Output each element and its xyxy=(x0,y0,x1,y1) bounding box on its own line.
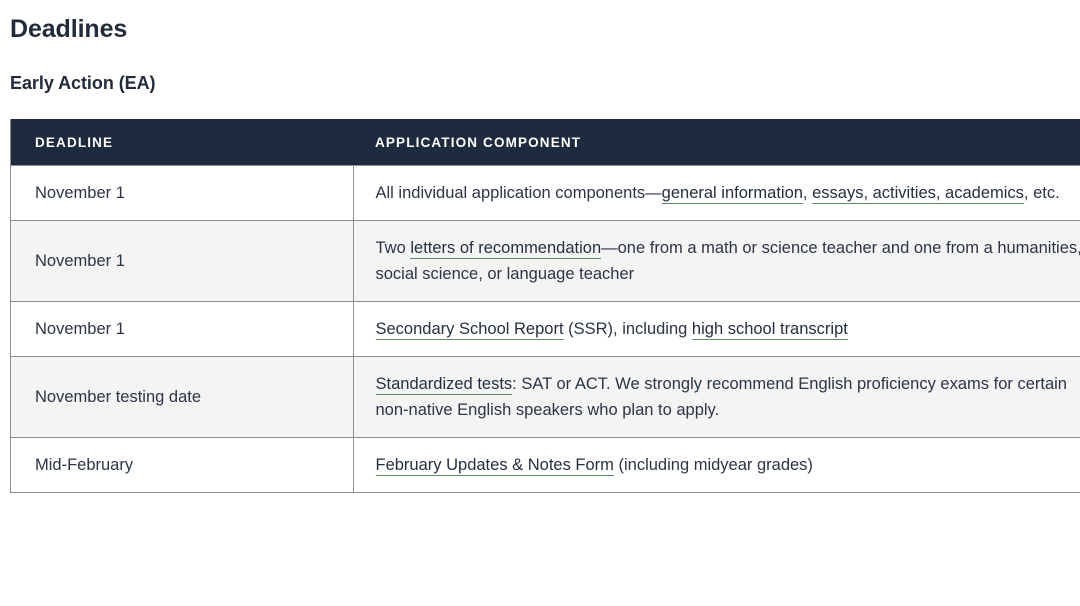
cell-application-component: Secondary School Report (SSR), including… xyxy=(352,301,1080,357)
cell-application-component: Two letters of recommendation—one from a… xyxy=(352,220,1080,302)
cell-deadline: November testing date xyxy=(10,356,354,438)
component-plain-text: (including midyear grades) xyxy=(613,456,813,474)
cell-application-component: All individual application components—ge… xyxy=(352,165,1080,221)
cell-deadline: November 1 xyxy=(10,220,354,302)
column-header-application-component: APPLICATION COMPONENT xyxy=(353,119,1080,166)
component-link[interactable]: essays, activities, academics xyxy=(812,184,1024,204)
component-plain-text: , xyxy=(802,184,813,202)
cell-deadline: November 1 xyxy=(10,165,354,221)
component-plain-text: , etc. xyxy=(1023,184,1060,202)
table-row: November testing date Standardized tests:… xyxy=(10,356,1080,438)
table-header-row: DEADLINE APPLICATION COMPONENT xyxy=(10,119,1080,166)
table-row: November 1 Secondary School Report (SSR),… xyxy=(10,301,1080,357)
component-link[interactable]: general information xyxy=(661,184,803,204)
section-subtitle: Early Action (EA) xyxy=(10,73,156,93)
table-row: November 1 Two letters of recommendation—… xyxy=(10,220,1080,302)
deadlines-table: DEADLINE APPLICATION COMPONENT November … xyxy=(10,119,1080,493)
component-link[interactable]: Standardized tests xyxy=(375,375,513,395)
component-link[interactable]: letters of recommendation xyxy=(410,239,602,259)
component-text: Secondary School Report (SSR), including… xyxy=(375,316,1080,342)
cell-deadline: Mid-February xyxy=(10,437,354,493)
component-text: All individual application components—ge… xyxy=(376,180,1080,206)
page-title: Deadlines xyxy=(10,15,128,43)
deadlines-page: Deadlines Early Action (EA) DEADLINE APP… xyxy=(0,0,1080,606)
table-body: November 1 All individual application com… xyxy=(10,165,1080,493)
component-text: Two letters of recommendation—one from a… xyxy=(376,235,1080,287)
cell-application-component: February Updates & Notes Form (including… xyxy=(352,437,1080,493)
component-link[interactable]: high school transcript xyxy=(691,320,848,340)
table-row: Mid-February February Updates & Notes For… xyxy=(10,437,1080,493)
table-header: DEADLINE APPLICATION COMPONENT xyxy=(10,119,1080,166)
component-link[interactable]: Secondary School Report xyxy=(375,320,564,340)
component-plain-text: Two xyxy=(375,239,411,257)
component-link[interactable]: February Updates & Notes Form xyxy=(375,456,614,476)
component-plain-text: (SSR), including xyxy=(563,320,692,338)
component-plain-text: All individual application components— xyxy=(375,184,662,202)
component-text: February Updates & Notes Form (including… xyxy=(375,452,1080,478)
table-row: November 1 All individual application com… xyxy=(10,165,1080,221)
deadlines-table-container: DEADLINE APPLICATION COMPONENT November … xyxy=(10,119,1080,493)
column-header-deadline: DEADLINE xyxy=(10,119,353,166)
cell-application-component: Standardized tests: SAT or ACT. We stron… xyxy=(352,356,1080,438)
cell-deadline: November 1 xyxy=(10,301,354,357)
component-text: Standardized tests: SAT or ACT. We stron… xyxy=(375,371,1080,423)
